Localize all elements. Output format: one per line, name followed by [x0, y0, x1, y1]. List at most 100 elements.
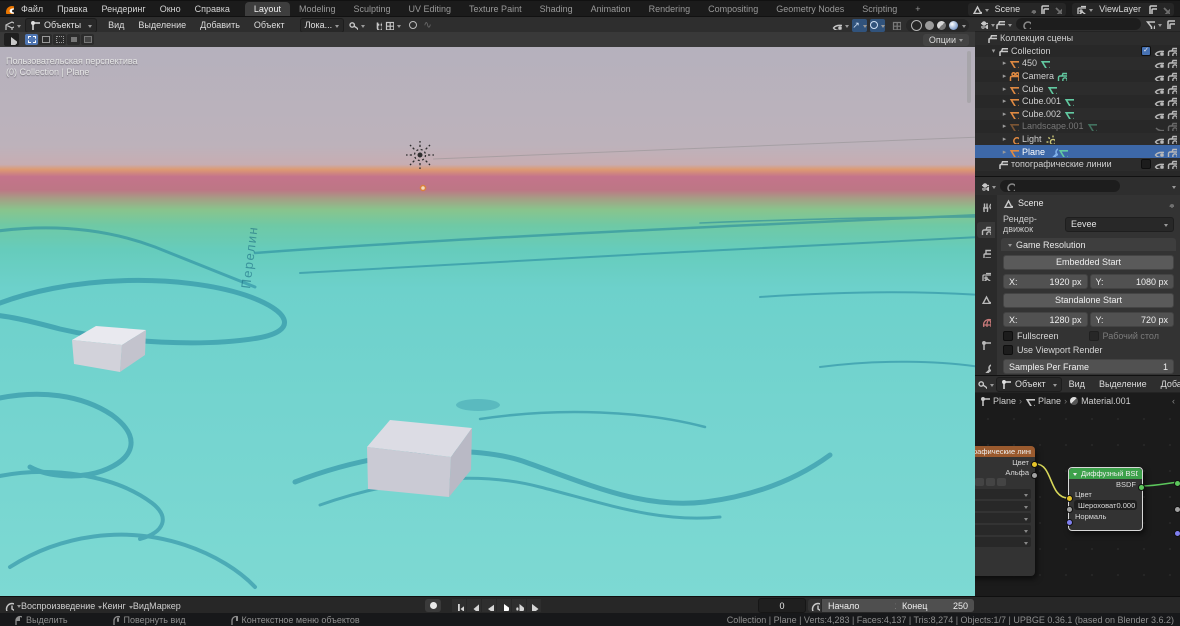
render-engine-select[interactable]: Eevee [1065, 217, 1174, 232]
viewlayer-selector[interactable]: ViewLayer [1072, 3, 1174, 16]
node-dropdown[interactable] [975, 489, 1031, 499]
node-dropdown[interactable] [975, 513, 1031, 523]
menu-item[interactable]: Выделение [131, 20, 193, 30]
menu-item[interactable]: Выделение [1092, 379, 1154, 389]
color-input-socket[interactable] [1066, 495, 1073, 502]
properties-options-chevron[interactable] [1172, 186, 1176, 191]
outliner-row[interactable]: ▸Cube.002 [975, 108, 1180, 121]
menu-item[interactable]: Вид [1062, 379, 1092, 389]
bsdf-output-socket[interactable] [1138, 484, 1145, 491]
workspace-tab[interactable]: Rendering [640, 2, 700, 17]
workspace-tab[interactable]: Geometry Nodes [767, 2, 853, 17]
volume-input-socket[interactable] [1174, 506, 1180, 513]
outliner-row[interactable]: ▸ Camera [975, 70, 1180, 83]
roughness-slider[interactable]: Шероховат0.000 [1074, 500, 1137, 510]
workspace-tab[interactable]: Sculpting [344, 2, 399, 17]
delete-viewlayer-icon[interactable] [1160, 4, 1170, 14]
overlays-button[interactable] [870, 19, 885, 32]
shading-wireframe-button[interactable] [911, 20, 922, 31]
hide-viewport-toggle[interactable] [1154, 96, 1164, 106]
disable-render-toggle[interactable] [1167, 121, 1177, 131]
open-image-icon[interactable] [986, 478, 995, 486]
use-preview-range-button[interactable] [808, 599, 821, 612]
desktop-checkbox[interactable]: Рабочий стол [1089, 331, 1175, 341]
shader-type-select[interactable]: Объект [996, 377, 1062, 392]
disable-render-toggle[interactable] [1167, 109, 1177, 119]
disclosure-icon[interactable]: ▸ [1000, 72, 1009, 80]
collection-checkbox[interactable]: ✓ [1141, 46, 1151, 56]
pivot-point-button[interactable] [348, 19, 365, 32]
shading-options-chevron[interactable] [962, 25, 966, 30]
outliner-row[interactable]: ▸Landscape.001 [975, 120, 1180, 133]
collection-checkbox[interactable] [1141, 159, 1151, 169]
marker-menu[interactable]: Маркер [149, 601, 181, 611]
outliner-row[interactable]: ▸Light [975, 133, 1180, 146]
hide-viewport-toggle[interactable] [1154, 84, 1164, 94]
embedded-y-field[interactable]: Y:1080 px [1090, 274, 1175, 289]
pin-icon[interactable] [1026, 4, 1036, 14]
menu-item[interactable]: Добавить [1154, 379, 1180, 389]
disable-render-toggle[interactable] [1167, 147, 1177, 157]
outliner-display-mode[interactable] [978, 18, 995, 31]
unlink-icon[interactable] [997, 478, 1006, 486]
disable-render-toggle[interactable] [1167, 71, 1177, 81]
current-frame-field[interactable]: 0 [758, 598, 806, 613]
outliner-row[interactable]: ▸Cube.001 [975, 95, 1180, 108]
node-dropdown[interactable] [975, 501, 1031, 511]
outliner-item-label[interactable]: Plane [1022, 147, 1045, 157]
outliner-row[interactable]: ▸Plane [975, 145, 1180, 158]
texture-node[interactable]: рафические линии. Цвет Альфа [975, 446, 1035, 576]
breadcrumb-object[interactable]: Plane [993, 396, 1016, 406]
outliner-item-label[interactable]: Cube.002 [1022, 109, 1061, 119]
pin-icon[interactable] [1164, 198, 1174, 208]
properties-search[interactable] [1000, 180, 1120, 192]
tab-tool[interactable] [977, 199, 995, 215]
jump-to-start-button[interactable] [452, 599, 466, 612]
shading-material-button[interactable] [937, 21, 946, 30]
workspace-tab[interactable]: UV Editing [400, 2, 461, 17]
keying-menu[interactable]: Кеинг [102, 601, 133, 611]
outliner-scope-button[interactable] [995, 18, 1012, 31]
workspace-tab[interactable]: Texture Paint [460, 2, 531, 17]
outliner-row[interactable]: топографические линии [975, 158, 1180, 171]
menu-item[interactable]: Добавить [193, 20, 247, 30]
node-dropdown[interactable] [975, 525, 1031, 535]
transform-orientation[interactable]: Лока... [300, 18, 345, 33]
workspace-tab[interactable]: Scripting [853, 2, 906, 17]
shading-rendered-button[interactable] [949, 21, 958, 30]
hide-viewport-toggle[interactable] [1154, 109, 1164, 119]
active-tool-button[interactable] [4, 33, 19, 46]
normal-input-socket[interactable] [1066, 519, 1073, 526]
outliner-row[interactable]: ▸450 [975, 57, 1180, 70]
tab-object[interactable] [977, 337, 995, 353]
tab-output[interactable] [977, 245, 995, 261]
node-dropdown[interactable] [975, 537, 1031, 547]
shading-solid-button[interactable] [925, 21, 934, 30]
menu-item[interactable]: Файл [14, 4, 50, 14]
blender-logo-icon[interactable] [4, 4, 14, 14]
gizmos-button[interactable]: ↗ [852, 19, 867, 32]
sun-lamp-icon[interactable] [406, 141, 434, 169]
outliner-item-label[interactable]: Camera [1022, 71, 1054, 81]
tab-render[interactable] [977, 222, 995, 238]
embedded-start-button[interactable]: Embedded Start [1003, 255, 1174, 270]
disable-render-toggle[interactable] [1167, 58, 1177, 68]
tab-world[interactable] [977, 314, 995, 330]
outliner-item-label[interactable]: Collection [1011, 46, 1051, 56]
standalone-x-field[interactable]: X:1280 px [1003, 312, 1088, 327]
falloff-button[interactable]: ∿ [420, 19, 435, 32]
outliner-row[interactable]: Коллекция сцены [975, 32, 1180, 45]
jump-to-end-button[interactable] [527, 599, 541, 612]
disable-render-toggle[interactable] [1167, 46, 1177, 56]
menu-item[interactable]: Справка [188, 4, 237, 14]
record-button[interactable] [425, 599, 441, 612]
disclosure-icon[interactable]: ▸ [1000, 135, 1009, 143]
view-menu[interactable]: Вид [133, 601, 149, 611]
properties-editor-type[interactable] [979, 180, 996, 193]
frame-start-field[interactable]: Начало1 [822, 599, 906, 612]
snap-with-button[interactable] [384, 19, 401, 32]
tab-view-layer[interactable] [977, 268, 995, 284]
scene-selector[interactable]: Scene [968, 3, 1067, 16]
menu-item[interactable]: Объект [247, 20, 292, 30]
disclosure-icon[interactable]: ▸ [1000, 97, 1009, 105]
